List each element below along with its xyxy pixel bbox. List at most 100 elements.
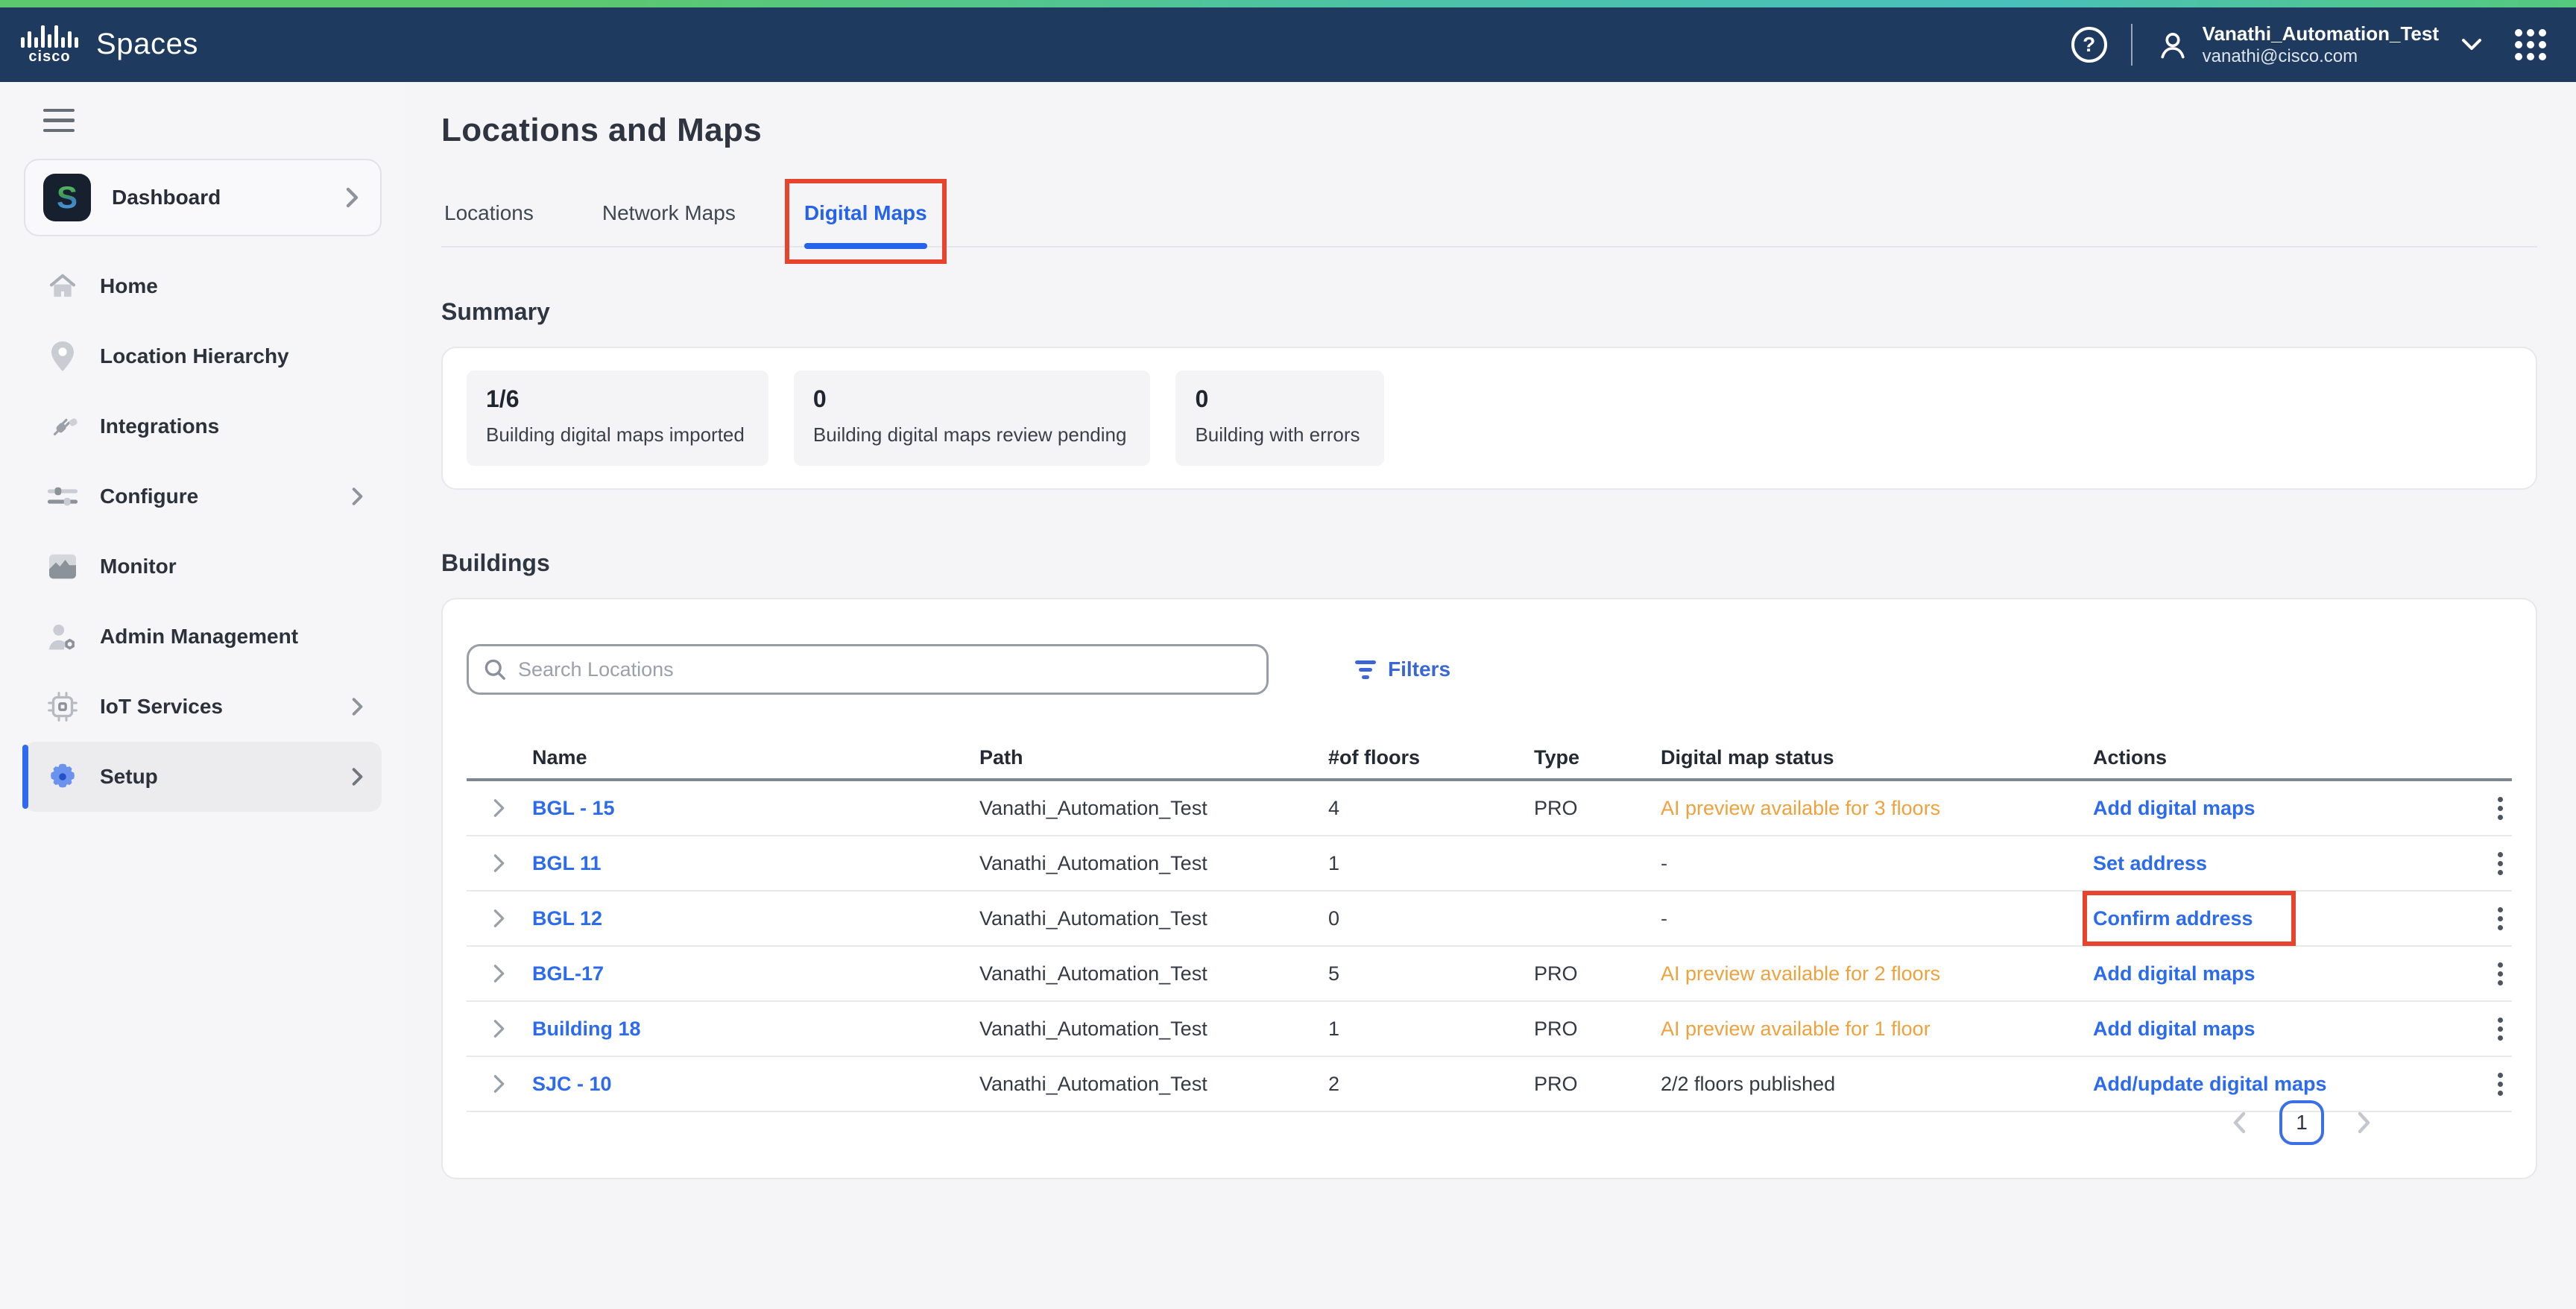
digital-map-status: AI preview available for 3 floors [1661, 797, 2093, 820]
building-type: PRO [1534, 797, 1661, 820]
summary-heading: Summary [441, 298, 2537, 326]
sidebar-item-home[interactable]: Home [24, 251, 382, 321]
row-expand-chevron-icon[interactable] [493, 854, 506, 873]
sidebar-item-location-hierarchy[interactable]: Location Hierarchy [24, 321, 382, 391]
main-content: Locations and Maps Locations Network Map… [405, 82, 2576, 1309]
building-name-link[interactable]: Building 18 [532, 1018, 979, 1041]
brand: cisco Spaces [21, 25, 198, 64]
sidebar-item-iot-services[interactable]: IoT Services [24, 672, 382, 742]
building-floors: 1 [1328, 852, 1534, 875]
stat-label: Building with errors [1195, 423, 1360, 447]
gear-icon [43, 760, 82, 793]
sidebar-item-label: Configure [100, 485, 198, 508]
table-header-row: Name Path #of floors Type Digital map st… [467, 736, 2512, 781]
building-floors: 1 [1328, 1018, 1534, 1041]
active-tab-underline [804, 243, 927, 249]
row-expand-chevron-icon[interactable] [493, 909, 506, 928]
col-path: Path [979, 746, 1328, 769]
row-action-link[interactable]: Add/update digital maps [2093, 1073, 2327, 1095]
cisco-bars-icon [21, 25, 78, 48]
building-type: PRO [1534, 1018, 1661, 1041]
user-menu[interactable]: Vanathi_Automation_Test vanathi@cisco.co… [2156, 22, 2482, 69]
table-row: BGL 11 Vanathi_Automation_Test 1 - Set a… [467, 836, 2512, 892]
kebab-menu-icon[interactable] [2498, 1018, 2503, 1041]
hamburger-menu-icon[interactable] [43, 109, 75, 132]
tabs: Locations Network Maps Digital Maps [441, 201, 2537, 247]
building-path: Vanathi_Automation_Test [979, 1073, 1328, 1096]
sidebar-item-integrations[interactable]: Integrations [24, 391, 382, 461]
kebab-menu-icon[interactable] [2498, 1073, 2503, 1096]
row-expand-chevron-icon[interactable] [493, 1019, 506, 1038]
help-icon[interactable]: ? [2071, 27, 2107, 63]
kebab-menu-icon[interactable] [2498, 852, 2503, 875]
col-name: Name [532, 746, 979, 769]
sidebar-item-configure[interactable]: Configure [24, 461, 382, 532]
table-row: SJC - 10 Vanathi_Automation_Test 2 PRO 2… [467, 1057, 2512, 1112]
filters-button[interactable]: Filters [1355, 657, 1450, 681]
tab-locations[interactable]: Locations [444, 201, 534, 246]
building-name-link[interactable]: BGL - 15 [532, 797, 979, 820]
cisco-wordmark: cisco [28, 49, 70, 64]
buildings-heading: Buildings [441, 549, 2537, 577]
sidebar-item-label: Location Hierarchy [100, 344, 289, 368]
row-action-link[interactable]: Add digital maps [2093, 1018, 2255, 1040]
digital-map-status: AI preview available for 1 floor [1661, 1018, 2093, 1041]
pagination-page-1[interactable]: 1 [2279, 1100, 2324, 1145]
stat-tile-imported: 1/6 Building digital maps imported [467, 370, 768, 466]
sidebar-item-admin-management[interactable]: Admin Management [24, 602, 382, 672]
tab-digital-maps[interactable]: Digital Maps [804, 201, 927, 246]
row-action-link[interactable]: Set address [2093, 852, 2207, 874]
sidebar-item-setup[interactable]: Setup [24, 742, 382, 812]
sidebar-menu: Home Location Hierarchy [0, 251, 405, 812]
pagination: 1 [2232, 1100, 2372, 1145]
sidebar-item-monitor[interactable]: Monitor [24, 532, 382, 602]
table-row: Building 18 Vanathi_Automation_Test 1 PR… [467, 1002, 2512, 1057]
row-expand-chevron-icon[interactable] [493, 1074, 506, 1094]
pagination-prev-icon[interactable] [2232, 1111, 2247, 1135]
row-expand-chevron-icon[interactable] [493, 798, 506, 818]
spaces-logo: S [43, 174, 91, 221]
row-action-link[interactable]: Add digital maps [2093, 962, 2255, 985]
table-row: BGL - 15 Vanathi_Automation_Test 4 PRO A… [467, 781, 2512, 836]
user-email: vanathi@cisco.com [2203, 45, 2439, 68]
plug-icon [43, 411, 82, 442]
tab-network-maps[interactable]: Network Maps [602, 201, 736, 246]
sidebar-item-dashboard[interactable]: S Dashboard [24, 159, 382, 236]
chip-icon [43, 692, 82, 722]
pagination-next-icon[interactable] [2357, 1111, 2372, 1135]
stat-label: Building digital maps imported [486, 423, 745, 447]
building-path: Vanathi_Automation_Test [979, 852, 1328, 875]
location-pin-icon [43, 340, 82, 373]
building-type: PRO [1534, 1073, 1661, 1096]
chevron-down-icon[interactable] [2461, 38, 2482, 51]
building-name-link[interactable]: BGL-17 [532, 962, 979, 985]
brand-gradient-strip [0, 0, 2576, 7]
kebab-menu-icon[interactable] [2498, 797, 2503, 820]
col-floors: #of floors [1328, 746, 1534, 769]
building-path: Vanathi_Automation_Test [979, 797, 1328, 820]
apps-grid-icon[interactable] [2515, 29, 2546, 60]
stat-label: Building digital maps review pending [813, 423, 1127, 447]
chevron-right-icon [352, 767, 364, 786]
kebab-menu-icon[interactable] [2498, 962, 2503, 985]
row-action-link[interactable]: Add digital maps [2093, 797, 2255, 819]
building-path: Vanathi_Automation_Test [979, 962, 1328, 985]
row-expand-chevron-icon[interactable] [493, 964, 506, 983]
table-row: BGL 12 Vanathi_Automation_Test 0 - Confi… [467, 892, 2512, 947]
digital-map-status: 2/2 floors published [1661, 1073, 2093, 1096]
sidebar-item-label: Dashboard [112, 186, 221, 209]
col-type: Type [1534, 746, 1661, 769]
digital-map-status: AI preview available for 2 floors [1661, 962, 2093, 985]
sidebar-item-label: Monitor [100, 555, 177, 578]
kebab-menu-icon[interactable] [2498, 907, 2503, 930]
stat-tile-review-pending: 0 Building digital maps review pending [794, 370, 1151, 466]
search-input[interactable] [518, 658, 1251, 681]
tab-label: Digital Maps [804, 201, 927, 224]
row-action-link[interactable]: Confirm address [2093, 907, 2253, 930]
building-name-link[interactable]: BGL 11 [532, 852, 979, 875]
building-name-link[interactable]: BGL 12 [532, 907, 979, 930]
building-name-link[interactable]: SJC - 10 [532, 1073, 979, 1096]
buildings-table: Name Path #of floors Type Digital map st… [467, 736, 2512, 1112]
buildings-card: Filters Name Path #of floors Type Digita… [441, 598, 2537, 1179]
stat-value: 0 [813, 385, 1127, 413]
